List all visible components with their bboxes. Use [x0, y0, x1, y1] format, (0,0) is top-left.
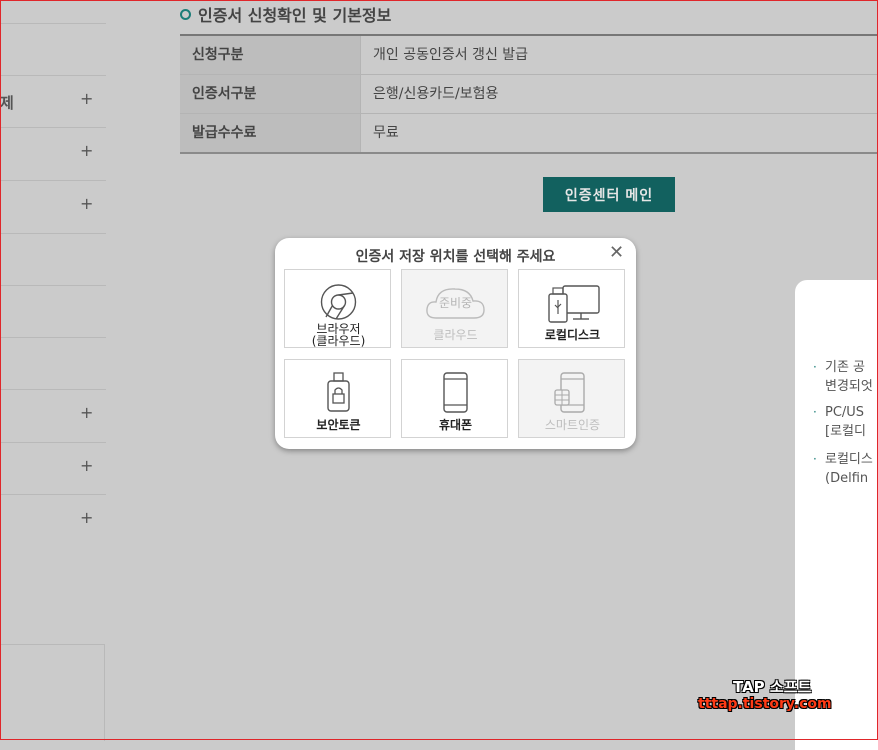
option-label: 스마트인증 — [544, 418, 601, 432]
list-item-line: [로컬디 — [825, 424, 866, 439]
sidebar-item[interactable] — [0, 23, 106, 76]
watermark-title: TAP 소프트 — [733, 678, 812, 696]
mobile-phone-icon — [443, 372, 468, 413]
option-label: (클라우드) — [311, 334, 366, 348]
option-security-token[interactable]: 보안토큰 — [284, 359, 391, 438]
option-local-disk[interactable]: 로컬디스크 — [518, 269, 625, 348]
sidebar-item[interactable]: + — [0, 127, 106, 180]
option-label: 보안토큰 — [316, 418, 361, 432]
list-item: · 로컬디스 (Delfin — [813, 450, 873, 488]
bullet-circle-icon — [180, 8, 191, 20]
security-token-icon — [327, 372, 350, 412]
plus-icon[interactable]: + — [80, 141, 93, 160]
coming-soon-badge: 준비중 — [439, 296, 472, 310]
option-label: 휴대폰 — [438, 418, 473, 432]
cloud-icon: 준비중 — [426, 288, 485, 319]
list-item: · PC/US [로컬디 — [813, 403, 866, 441]
list-item-line: (Delfin — [825, 471, 869, 486]
plus-icon[interactable]: + — [80, 403, 93, 422]
modal-title: 인증서 저장 위치를 선택해 주세요 — [355, 249, 556, 265]
list-item-line: PC/US — [825, 405, 865, 420]
option-smart-auth: 스마트인증 — [518, 359, 625, 438]
bullet-dot-icon: · — [813, 405, 817, 419]
close-icon[interactable]: ✕ — [609, 242, 624, 263]
option-mobile-phone[interactable]: 휴대폰 — [401, 359, 508, 438]
table-row: 발급수수료 무료 — [180, 114, 878, 154]
plus-icon[interactable]: + — [80, 508, 93, 527]
local-disk-icon — [548, 285, 600, 323]
left-sidebar: 제 + + + + + + — [0, 0, 106, 741]
plus-icon[interactable]: + — [80, 194, 93, 213]
table-cell: 개인 공동인증서 갱신 발급 — [373, 47, 529, 63]
option-cloud: 준비중 클라우드 — [401, 269, 508, 348]
table-header-cell: 신청구분 — [180, 36, 361, 74]
cert-center-main-button[interactable]: 인증센터 메인 — [543, 177, 675, 212]
option-label: 로컬디스크 — [544, 328, 601, 342]
section-title-text: 인증서 신청확인 및 기본정보 — [198, 6, 392, 25]
sidebar-item[interactable] — [0, 337, 106, 390]
sidebar-item[interactable]: 제 + — [0, 75, 106, 128]
section-title: 인증서 신청확인 및 기본정보 — [180, 2, 391, 26]
list-item-line: 기존 공 — [825, 360, 866, 375]
option-label: 클라우드 — [433, 328, 478, 342]
sidebar-item[interactable]: + — [0, 494, 106, 547]
table-cell: 무료 — [373, 125, 399, 141]
sidebar-item[interactable]: + — [0, 180, 106, 233]
bullet-dot-icon: · — [813, 360, 817, 374]
table-row: 신청구분 개인 공동인증서 갱신 발급 — [180, 36, 878, 75]
watermark-url: tttap.tistory.com — [698, 696, 832, 712]
plus-icon[interactable]: + — [80, 456, 93, 475]
chrome-icon — [320, 284, 357, 320]
bullet-dot-icon: · — [813, 452, 817, 466]
sidebar-item[interactable] — [0, 285, 106, 338]
table-header-cell: 인증서구분 — [180, 75, 361, 113]
sidebar-item[interactable]: + — [0, 389, 106, 442]
storage-location-modal: 인증서 저장 위치를 선택해 주세요 ✕ 브라우저 (클라우드) 준비중 클라우… — [275, 238, 636, 449]
sidebar-item[interactable] — [0, 233, 106, 286]
option-browser[interactable]: 브라우저 (클라우드) — [284, 269, 391, 348]
list-item: · 기존 공 변경되엇 — [813, 358, 873, 396]
smart-auth-icon — [554, 372, 585, 413]
table-header-cell: 발급수수료 — [180, 114, 361, 152]
list-item-line: 변경되엇 — [825, 379, 873, 394]
info-table: 신청구분 개인 공동인증서 갱신 발급 인증서구분 은행/신용카드/보험용 발급… — [180, 34, 878, 154]
sidebar-item-label: 제 — [0, 94, 14, 112]
plus-icon[interactable]: + — [80, 89, 93, 108]
table-row: 인증서구분 은행/신용카드/보험용 — [180, 75, 878, 114]
sidebar-item[interactable]: + — [0, 442, 106, 495]
sidebar-bottom-box — [0, 644, 105, 741]
table-cell: 은행/신용카드/보험용 — [373, 86, 499, 102]
list-item-line: 로컬디스 — [825, 452, 873, 467]
